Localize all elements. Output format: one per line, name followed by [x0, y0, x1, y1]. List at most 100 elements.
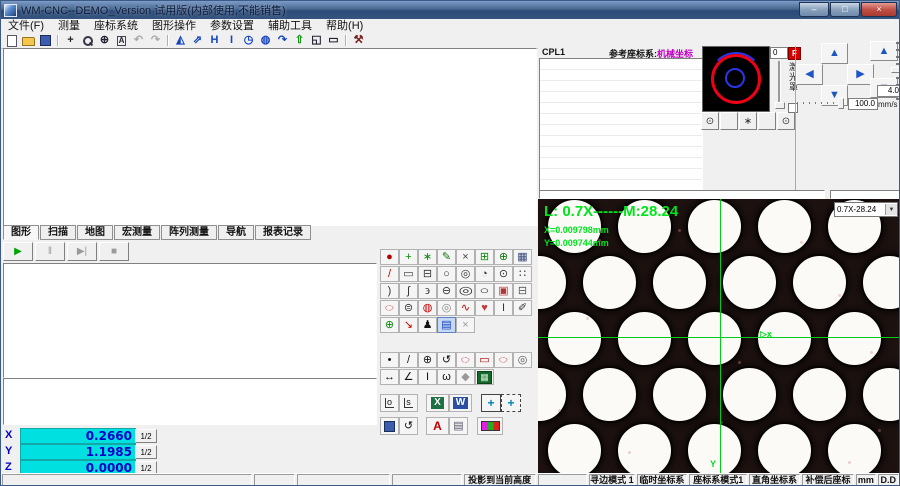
- cross-point-tool-icon[interactable]: +: [399, 249, 418, 265]
- open-file-icon[interactable]: [20, 34, 37, 47]
- tab-4[interactable]: 宏测量: [114, 225, 160, 240]
- half-button-Y[interactable]: 1/2: [135, 445, 157, 459]
- z-speed-slider-handle[interactable]: [891, 67, 900, 73]
- up-arrow-icon[interactable]: ⇧: [291, 34, 308, 47]
- tab-3[interactable]: 地图: [77, 225, 113, 240]
- width-measure-icon[interactable]: H: [206, 34, 223, 47]
- construct-ring-icon[interactable]: ◎: [513, 352, 532, 368]
- excel-icon[interactable]: X: [426, 394, 449, 412]
- arrow-dot-tool-icon[interactable]: ↘: [399, 317, 418, 333]
- target-dash-icon[interactable]: +: [501, 394, 521, 412]
- rect-cross-tool-icon[interactable]: ⊞: [475, 249, 494, 265]
- status-cell[interactable]: 寻边模式 1: [589, 474, 635, 486]
- laser-checkbox[interactable]: [788, 103, 798, 113]
- delete-tool-icon[interactable]: ×: [456, 317, 475, 333]
- status-cell[interactable]: 直角坐标系: [749, 474, 799, 486]
- target-box-icon[interactable]: +: [481, 394, 501, 412]
- construct-angle-icon[interactable]: ∠: [399, 369, 418, 385]
- circle-target-tool-icon[interactable]: ◎: [456, 266, 475, 282]
- slot2-tool-icon[interactable]: ⊟: [418, 266, 437, 282]
- new-file-icon[interactable]: [3, 34, 20, 47]
- status-cell[interactable]: 投影到当前高度: [464, 474, 536, 486]
- spot-light-icon[interactable]: ⊙: [777, 112, 795, 130]
- half-button-X[interactable]: 1/2: [135, 429, 157, 443]
- calculator-icon[interactable]: ▦: [475, 369, 494, 385]
- color-bars-icon[interactable]: [477, 417, 503, 435]
- star-point-tool-icon[interactable]: ∗: [418, 249, 437, 265]
- note-icon[interactable]: ▤: [449, 417, 468, 435]
- output-ls-icon[interactable]: s: [399, 394, 418, 412]
- circle-time-icon[interactable]: ◷: [240, 34, 257, 47]
- circle-tool-icon[interactable]: ○: [437, 266, 456, 282]
- angle-measure-icon[interactable]: ◭: [172, 34, 189, 47]
- title-bar[interactable]: WM-CNC--DEMO_Version 试用版(内部使用,不能销售) – □ …: [1, 1, 899, 19]
- pick-point-tool-icon[interactable]: ✎: [437, 249, 456, 265]
- dot-grid-tool-icon[interactable]: ∷: [513, 266, 532, 282]
- construct-line-icon[interactable]: /: [399, 352, 418, 368]
- ellipse-tool-icon[interactable]: ○: [475, 283, 494, 299]
- status-cell[interactable]: 临时坐标系: [637, 474, 687, 486]
- zoom-icon[interactable]: [79, 34, 96, 47]
- menu-item-3[interactable]: 座标系统: [87, 19, 145, 33]
- ellipse-dashed-tool-icon[interactable]: ◌: [380, 300, 399, 316]
- zoom-point-tool-icon[interactable]: ⊕: [494, 249, 513, 265]
- construct-arc-icon[interactable]: ↺: [437, 352, 456, 368]
- camera-zoom-select[interactable]: 0.7X-28.24 ▼: [834, 202, 898, 217]
- slot-tool-icon[interactable]: ▭: [399, 266, 418, 282]
- slope-box-icon[interactable]: ◱: [308, 34, 325, 47]
- tab-2[interactable]: 扫描: [40, 225, 76, 240]
- auto-a-icon[interactable]: A: [113, 34, 130, 47]
- ring-light-icon[interactable]: ⊙: [701, 112, 719, 130]
- arc-open-tool-icon[interactable]: ϶: [418, 283, 437, 299]
- ring-tool-icon[interactable]: ◎: [437, 300, 456, 316]
- construct-ellipse-icon[interactable]: ◌: [456, 352, 475, 368]
- sphere-band-tool-icon[interactable]: ⊜: [399, 300, 418, 316]
- menu-item-7[interactable]: 帮助(H): [319, 19, 370, 33]
- status-cell[interactable]: 补偿后座标: [802, 474, 854, 486]
- pen-tool-icon[interactable]: ✐: [513, 300, 532, 316]
- wave-tool-icon[interactable]: ∿: [456, 300, 475, 316]
- construct-circle-icon[interactable]: ⊕: [418, 352, 437, 368]
- cpl-feature-list[interactable]: [539, 58, 703, 191]
- construct-contour-icon[interactable]: ω: [437, 369, 456, 385]
- rect-slot-tool-icon[interactable]: ⊟: [513, 283, 532, 299]
- status-cell[interactable]: 座标系模式1: [689, 474, 747, 486]
- status-cell[interactable]: mm: [856, 474, 875, 486]
- construct-plane-icon[interactable]: ◆: [456, 369, 475, 385]
- z-speed-value[interactable]: 4.0: [877, 85, 900, 97]
- laser-slider-handle[interactable]: [775, 102, 785, 109]
- lamp-blank2-button[interactable]: [758, 112, 776, 130]
- menu-item-1[interactable]: 文件(F): [1, 19, 51, 33]
- jog-up-button[interactable]: ▲: [821, 43, 848, 64]
- save-file-icon[interactable]: [37, 34, 54, 47]
- circle-lobe-tool-icon[interactable]: ◔: [475, 266, 494, 282]
- aperture-icon[interactable]: ∗: [739, 112, 757, 130]
- image-tool-icon[interactable]: ▦: [513, 249, 532, 265]
- speed-slider[interactable]: [797, 102, 841, 104]
- rotate-icon[interactable]: ↺: [399, 417, 418, 435]
- minimize-button[interactable]: –: [799, 2, 829, 17]
- chevron-down-icon[interactable]: ▼: [885, 204, 897, 215]
- move-arrows-icon[interactable]: ⇗: [189, 34, 206, 47]
- line-tool-icon[interactable]: /: [380, 266, 399, 282]
- construct-distance-icon[interactable]: ↔: [380, 369, 399, 385]
- rect-corner-tool-icon[interactable]: ▣: [494, 283, 513, 299]
- construct-height-icon[interactable]: I: [418, 369, 437, 385]
- construct-ellipse2-icon[interactable]: ◌: [494, 352, 513, 368]
- box-icon[interactable]: ▭: [325, 34, 342, 47]
- output-lo-icon[interactable]: o: [380, 394, 399, 412]
- lamp-blank1-button[interactable]: [720, 112, 738, 130]
- ellipse-arrow-tool-icon[interactable]: ⊖: [437, 283, 456, 299]
- menu-item-6[interactable]: 辅助工具: [261, 19, 319, 33]
- circle-dot-tool-icon[interactable]: ⊙: [494, 266, 513, 282]
- save-data-icon[interactable]: [380, 417, 399, 435]
- speed-value[interactable]: 100.0: [848, 98, 878, 110]
- ibeam-tool-icon[interactable]: I: [494, 300, 513, 316]
- sphere-icon[interactable]: ◍: [257, 34, 274, 47]
- circle-cross-tool-icon[interactable]: ⊕: [380, 317, 399, 333]
- point-tool-icon[interactable]: ●: [380, 249, 399, 265]
- zoom-fit-icon[interactable]: ⊕: [96, 34, 113, 47]
- arc-arrow-icon[interactable]: ↷: [274, 34, 291, 47]
- undo-icon[interactable]: ↶: [130, 34, 147, 47]
- construct-rect-icon[interactable]: ▭: [475, 352, 494, 368]
